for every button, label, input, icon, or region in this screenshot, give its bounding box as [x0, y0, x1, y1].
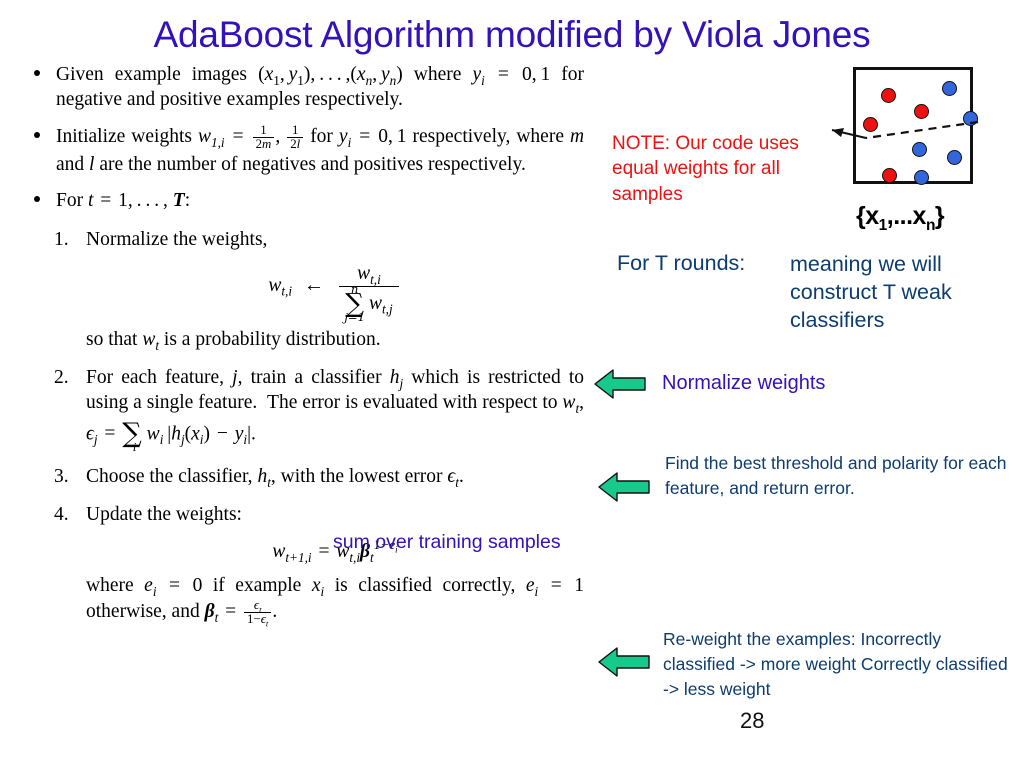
step-1-heading: Normalize the weights, — [86, 228, 268, 250]
bullet-for-t-loop: For t = 1, . . . , T: — [24, 188, 584, 213]
scatter-dot-blue — [914, 169, 930, 185]
bullet-dot-icon — [34, 131, 40, 138]
step-2: 2. For each feature, j, train a classifi… — [24, 365, 584, 454]
step-1-number: 1. — [54, 228, 69, 250]
bullet-initialize-weights-text: Initialize weights w1,i = 1 2m, 1 2l for y… — [56, 122, 585, 175]
left-arrow-icon — [594, 369, 646, 399]
step-4-number: 4. — [54, 504, 69, 526]
bullet-given-examples: Given example images (x1, y1), . . . ,(x… — [24, 62, 584, 113]
scatter-dot-blue — [941, 81, 957, 97]
step-3: 3. Choose the classifier, ht, with the l… — [24, 464, 584, 489]
step-1: 1. Normalize the weights, wt,i ← wt,i ∑ n… — [24, 227, 584, 352]
left-arrow-icon — [598, 647, 650, 677]
bullet-dot-icon — [34, 196, 40, 203]
bullet-dot-icon — [34, 70, 40, 76]
reweight-examples-note: Re-weight the examples: Incorrectly clas… — [663, 629, 1008, 699]
bullet-initialize-weights: Initialize weights w1,i = 1 2m, 1 2l for y… — [24, 122, 585, 178]
sum-over-samples-label: sum over training samples — [333, 531, 561, 553]
note-equal-weights: NOTE: Our code uses equal weights for al… — [612, 133, 799, 205]
bullet-given-examples-text: Given example images (x1, y1), . . . ,(x… — [56, 64, 584, 111]
normalize-weights-label: Normalize weights — [662, 372, 826, 394]
step-4: 4. Update the weights: wt+1,i = wt,iβt1−… — [24, 502, 585, 629]
rounds-meaning-note: meaning we will construct T weak classif… — [790, 252, 952, 332]
step-3-number: 3. — [54, 466, 69, 488]
decision-boundary-icon — [831, 120, 979, 140]
find-threshold-note: Find the best threshold and polarity for… — [665, 453, 1007, 498]
scatter-dot-red — [881, 87, 897, 103]
left-arrow-icon — [598, 472, 650, 502]
for-t-rounds-label: For T rounds: — [617, 251, 746, 275]
step-4-heading: Update the weights: — [86, 504, 242, 526]
step-1-equation: wt,i ← wt,i ∑ n j=1 wt,j — [86, 263, 584, 324]
step-4-trailer: where ei = 0 if example xi is classified… — [86, 575, 585, 629]
step-3-text: Choose the classifier, ht, with the lowe… — [86, 466, 464, 491]
bullet-for-t-loop-text: For t = 1, . . . , T: — [56, 190, 191, 212]
sample-set-label: {x1,...xn} — [856, 202, 945, 234]
step-1-trailer: so that wt is a probability distribution… — [86, 328, 381, 353]
scatter-dot-red — [882, 167, 898, 183]
step-2-number: 2. — [54, 366, 69, 388]
step-2-text: For each feature, j, train a classifier … — [86, 366, 584, 454]
page-title: AdaBoost Algorithm modified by Viola Jon… — [153, 14, 871, 55]
page-number: 28 — [740, 708, 765, 733]
